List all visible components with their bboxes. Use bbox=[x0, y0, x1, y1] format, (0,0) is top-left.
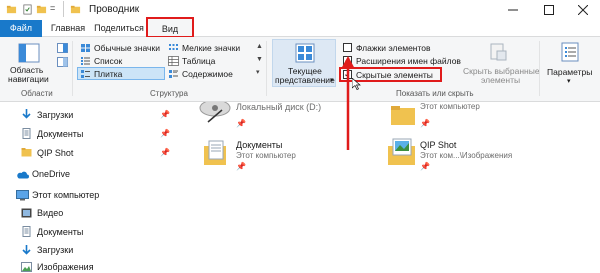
item-drive-d-title[interactable]: Локальный диск (D:) bbox=[236, 102, 321, 112]
layout-scroll-down-icon[interactable]: ▼ bbox=[256, 56, 263, 63]
pin-icon[interactable]: 📌 bbox=[160, 110, 170, 119]
sidebar-item-downloads[interactable]: Загрузки bbox=[37, 110, 73, 120]
hide-selected-icon bbox=[490, 43, 507, 61]
download-arrow-icon bbox=[22, 245, 31, 255]
sidebar-item-pictures[interactable]: Изображения bbox=[37, 262, 94, 272]
folder-icon bbox=[21, 148, 32, 157]
sidebar-item-documents[interactable]: Документы bbox=[37, 129, 83, 139]
tab-home[interactable]: Главная bbox=[48, 20, 88, 37]
qip-shot-folder-icon bbox=[388, 138, 415, 165]
layout-normal-icons[interactable]: Обычные значки bbox=[94, 43, 160, 53]
customize-toolbar-icon[interactable]: = bbox=[50, 3, 55, 13]
minimize-button[interactable] bbox=[505, 2, 521, 18]
layout-expand-icon[interactable]: ▾ bbox=[256, 68, 260, 76]
item-documents-title[interactable]: Документы bbox=[236, 140, 282, 150]
onedrive-cloud-icon bbox=[17, 171, 29, 179]
item-qip-shot-title[interactable]: QIP Shot bbox=[420, 140, 456, 150]
normal-icons-icon bbox=[81, 44, 90, 52]
content-icon bbox=[169, 70, 178, 78]
options-button[interactable]: Параметры ▾ bbox=[544, 39, 596, 85]
computer-icon bbox=[16, 190, 29, 201]
ribbon-tabs: Файл Главная Поделиться Вид bbox=[0, 17, 600, 38]
new-folder-icon[interactable] bbox=[36, 4, 47, 15]
pin-icon[interactable]: 📌 bbox=[236, 162, 246, 171]
options-dropdown-icon: ▾ bbox=[567, 78, 571, 85]
layout-group-label: Структура bbox=[150, 89, 188, 98]
layout-table[interactable]: Таблица bbox=[182, 56, 215, 66]
hide-selected-label-2: элементы bbox=[481, 75, 521, 85]
sidebar-item-this-pc[interactable]: Этот компьютер bbox=[32, 190, 99, 200]
properties-icon[interactable] bbox=[22, 4, 33, 15]
pin-icon[interactable]: 📌 bbox=[236, 119, 246, 128]
download-arrow-icon bbox=[22, 109, 31, 119]
maximize-icon bbox=[544, 5, 554, 15]
current-view-dropdown-icon: ▾ bbox=[330, 77, 334, 84]
item-documents-sub: Этот компьютер bbox=[236, 151, 296, 160]
details-pane-icon[interactable] bbox=[57, 57, 68, 67]
layout-scroll-up-icon[interactable]: ▲ bbox=[256, 43, 263, 50]
sidebar-item-pc-documents[interactable]: Документы bbox=[37, 227, 83, 237]
current-view-label-2: представление bbox=[275, 75, 335, 85]
ribbon-separator bbox=[539, 41, 540, 96]
item-folder-sub: Этот компьютер bbox=[420, 102, 480, 111]
item-checkboxes-label[interactable]: Флажки элементов bbox=[356, 43, 431, 53]
pictures-icon bbox=[21, 262, 32, 272]
navigation-pane-label-2: навигации bbox=[8, 74, 49, 84]
sidebar-item-pc-downloads[interactable]: Загрузки bbox=[37, 245, 73, 255]
explorer-folder-icon bbox=[70, 5, 81, 14]
table-icon bbox=[168, 56, 179, 66]
pin-icon[interactable]: 📌 bbox=[420, 119, 430, 128]
preview-pane-icon[interactable] bbox=[57, 43, 68, 53]
options-icon bbox=[561, 42, 579, 62]
window-title: Проводник bbox=[89, 4, 140, 15]
pin-icon[interactable]: 📌 bbox=[160, 148, 170, 157]
hide-selected-button[interactable]: Скрыть выбранные элементы bbox=[460, 39, 540, 85]
drive-icon bbox=[199, 102, 231, 123]
navigation-pane-icon bbox=[18, 43, 40, 63]
tab-file[interactable]: Файл bbox=[0, 20, 42, 37]
show-hide-group-label: Показать или скрыть bbox=[396, 89, 474, 98]
layout-small-icons[interactable]: Мелкие значки bbox=[182, 43, 240, 53]
panes-group-label: Области bbox=[21, 89, 53, 98]
documents-icon bbox=[22, 128, 31, 139]
layout-tiles[interactable]: Плитка bbox=[94, 69, 122, 79]
item-checkboxes-checkbox[interactable] bbox=[343, 43, 352, 52]
ribbon: Область навигации Области Обычные значки… bbox=[0, 37, 600, 102]
documents-icon bbox=[22, 226, 31, 237]
documents-folder-icon bbox=[204, 140, 226, 165]
sidebar-item-qip-shot[interactable]: QIP Shot bbox=[37, 148, 73, 158]
minimize-icon bbox=[508, 9, 518, 11]
pin-icon[interactable]: 📌 bbox=[420, 162, 430, 171]
close-button[interactable] bbox=[575, 2, 591, 18]
folder-icon bbox=[391, 106, 415, 125]
title-bar: = Проводник bbox=[0, 0, 600, 20]
sidebar-item-video[interactable]: Видео bbox=[37, 208, 63, 218]
layout-content[interactable]: Содержимое bbox=[182, 69, 233, 79]
tiles-icon bbox=[81, 70, 90, 78]
layout-list[interactable]: Список bbox=[94, 56, 122, 66]
pin-icon[interactable]: 📌 bbox=[160, 129, 170, 138]
ribbon-separator bbox=[266, 41, 267, 96]
tab-view[interactable]: Вид bbox=[146, 17, 194, 38]
current-view-icon bbox=[295, 43, 315, 63]
maximize-button[interactable] bbox=[541, 2, 557, 18]
annotation-arrow bbox=[341, 56, 355, 150]
title-divider bbox=[63, 1, 64, 17]
file-extensions-label[interactable]: Расширения имен файлов bbox=[356, 56, 461, 66]
current-view-button[interactable]: Текущее представление ▾ bbox=[272, 39, 336, 87]
ribbon-separator bbox=[72, 41, 73, 96]
close-icon bbox=[578, 5, 588, 15]
video-icon bbox=[21, 208, 32, 218]
small-icons-icon bbox=[169, 44, 178, 50]
tab-share[interactable]: Поделиться bbox=[94, 20, 144, 37]
hidden-items-label[interactable]: Скрытые элементы bbox=[356, 70, 433, 80]
navigation-pane-button[interactable]: Область навигации bbox=[8, 43, 49, 84]
folder-icon bbox=[6, 5, 17, 14]
sidebar-item-onedrive[interactable]: OneDrive bbox=[32, 169, 70, 179]
list-icon bbox=[81, 57, 90, 65]
content-area: Загрузки 📌 Документы 📌 QIP Shot 📌 OneDri… bbox=[0, 56, 600, 273]
options-label: Параметры bbox=[547, 67, 593, 77]
item-qip-shot-sub: Этот ком...\Изображения bbox=[420, 151, 513, 160]
